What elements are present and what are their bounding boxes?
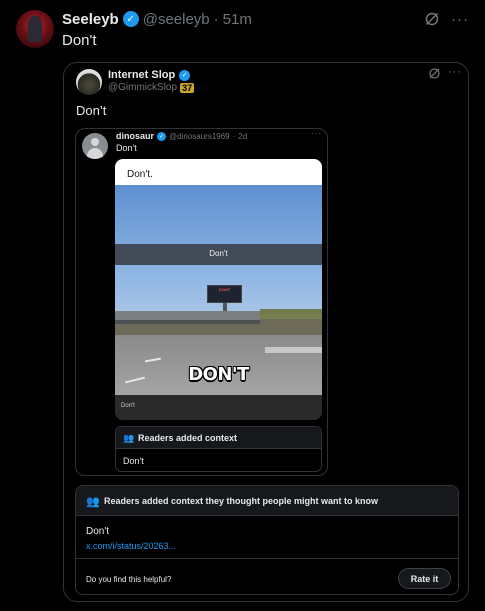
quote-author: Internet Slop ✓ (108, 69, 191, 81)
billboard-text: DONT (218, 287, 231, 292)
note-title: Readers added context they thought peopl… (104, 496, 379, 506)
community-note: 👥 Readers added context they thought peo… (75, 485, 459, 595)
note-source-link[interactable]: x.com/i/status/20263... (86, 541, 176, 551)
media-top-caption: Don't. (127, 169, 153, 180)
barrier (265, 347, 322, 353)
post-text: Don't (62, 32, 97, 49)
author-name[interactable]: Seeleyb (62, 11, 119, 28)
affiliate-badge: 37 (180, 82, 195, 93)
main-post: Seeleyb ✓ @seeleyb · 51m ··· Don't Inter… (0, 0, 485, 611)
grok-icon[interactable] (424, 11, 440, 27)
nested-avatar[interactable] (82, 133, 108, 159)
quote-handle-row: @GimmickSlop 37 (108, 82, 195, 93)
quote-avatar[interactable] (76, 69, 102, 95)
nested-time[interactable]: 2d (238, 132, 247, 141)
media-bottom-bar (115, 395, 322, 420)
context-title: Readers added context (138, 433, 238, 443)
people-icon: 👥 (123, 433, 135, 443)
quote-text: Don’t (76, 103, 107, 118)
nested-text: Don't (116, 143, 137, 153)
nested-author-name[interactable]: dinosaur (116, 131, 154, 141)
separator-dot: · (213, 10, 219, 28)
nested-context-note[interactable]: 👥 Readers added context Don't (115, 426, 322, 472)
more-icon[interactable]: ··· (311, 130, 322, 138)
context-body: Don't (123, 456, 144, 466)
helpful-question: Do you find this helpful? (86, 575, 172, 584)
nested-quoted-post[interactable]: dinosaur ✓ @dinosaurs1969 · 2d ··· Don't… (75, 128, 328, 476)
more-icon[interactable]: ··· (448, 67, 462, 78)
nested-author-handle[interactable]: @dinosaurs1969 (169, 132, 230, 141)
overpass-shadow (115, 320, 260, 324)
verified-icon: ✓ (157, 131, 167, 141)
nested-header: dinosaur ✓ @dinosaurs1969 · 2d (116, 131, 247, 141)
media-bottom-caption: Don't (121, 403, 135, 409)
grok-icon[interactable] (428, 67, 441, 80)
band-caption: Don't (209, 249, 228, 258)
verified-icon: ✓ (179, 69, 191, 81)
overlay-caption: DON'T (188, 364, 249, 385)
rate-it-button[interactable]: Rate it (398, 568, 451, 589)
separator-dot: · (232, 131, 236, 141)
quote-author-handle[interactable]: @GimmickSlop (108, 82, 177, 93)
overpass (115, 311, 260, 320)
post-time[interactable]: 51m (223, 11, 252, 28)
author-handle[interactable]: @seeleyb (143, 11, 210, 28)
divider (76, 558, 458, 559)
media-image[interactable]: Don't. Don't DONT DON'T Don't (115, 159, 322, 420)
avatar[interactable] (16, 10, 54, 48)
post-header: Seeleyb ✓ @seeleyb · 51m (62, 10, 252, 28)
people-icon: 👥 (86, 496, 100, 508)
note-body: Don't (86, 526, 110, 537)
more-icon[interactable]: ··· (451, 12, 469, 27)
verified-icon: ✓ (122, 11, 139, 27)
quote-author-name[interactable]: Internet Slop (108, 69, 175, 81)
quoted-post[interactable]: Internet Slop ✓ @GimmickSlop 37 ··· Don’… (63, 62, 469, 602)
